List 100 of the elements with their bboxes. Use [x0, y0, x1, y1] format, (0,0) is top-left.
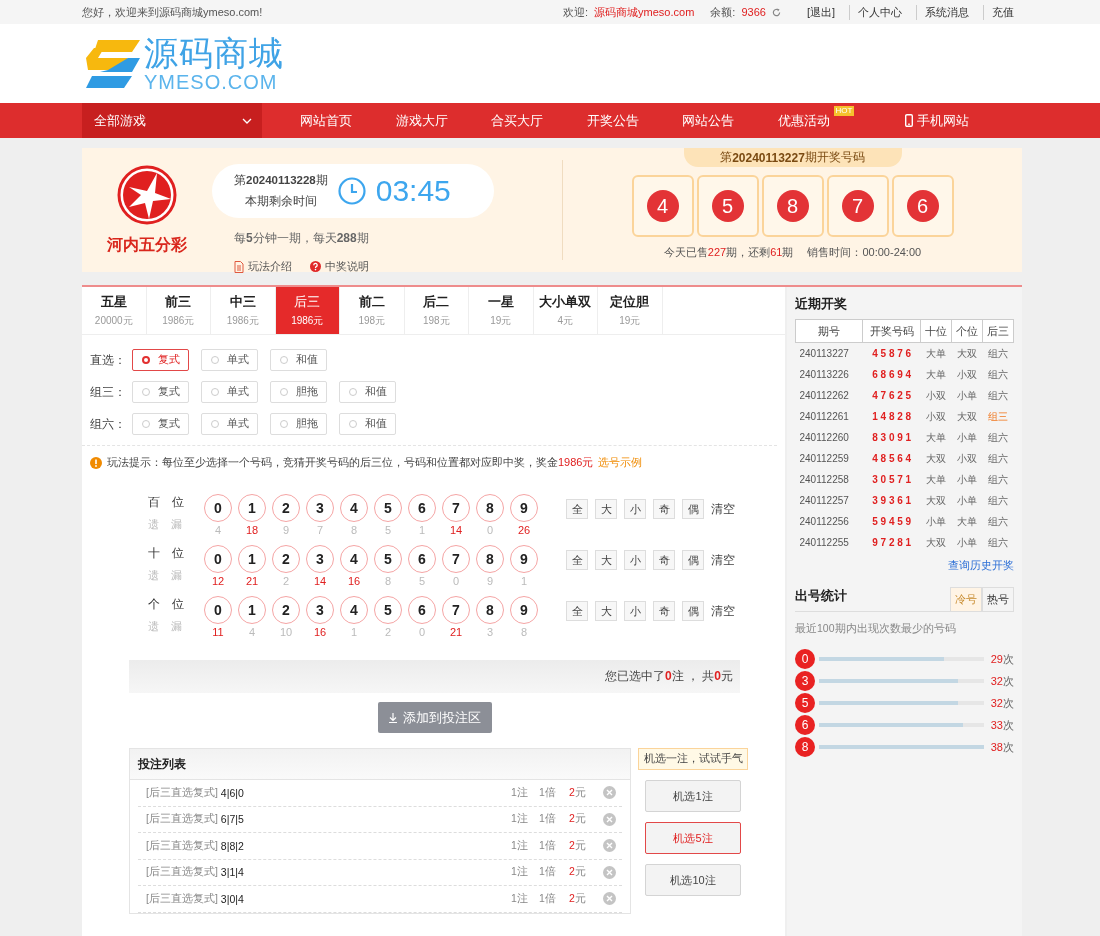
number-ball[interactable]: 5	[374, 494, 402, 522]
number-ball[interactable]: 4	[340, 494, 368, 522]
filter-button[interactable]: 奇	[653, 550, 675, 570]
number-ball[interactable]: 0	[204, 545, 232, 573]
username-link[interactable]: 源码商城ymeso.com	[594, 4, 695, 20]
number-ball[interactable]: 8	[476, 494, 504, 522]
radio-option[interactable]: 单式	[201, 413, 258, 435]
number-ball[interactable]: 8	[476, 596, 504, 624]
number-ball: 0	[795, 649, 815, 669]
caret-icon	[242, 117, 252, 124]
nav-link[interactable]: 游戏大厅	[395, 111, 448, 130]
number-ball[interactable]: 0	[204, 596, 232, 624]
top-link[interactable]: [退出]	[798, 4, 843, 20]
filter-button[interactable]: 大	[595, 499, 617, 519]
bet-list-title: 投注列表	[138, 755, 186, 773]
column-header: 十位	[920, 319, 952, 343]
number-ball[interactable]: 6	[408, 494, 436, 522]
number-ball[interactable]: 8	[476, 545, 504, 573]
clear-link[interactable]: 清空	[711, 551, 735, 569]
history-link[interactable]: 查询历史开奖	[948, 559, 1014, 571]
number-ball[interactable]: 2	[272, 494, 300, 522]
filter-button[interactable]: 全	[566, 601, 588, 621]
number-ball[interactable]: 7	[442, 545, 470, 573]
radio-option[interactable]: 和值	[270, 349, 327, 371]
clear-link[interactable]: 清空	[711, 500, 735, 518]
number-ball[interactable]: 0	[204, 494, 232, 522]
lottery-logo-icon	[117, 164, 177, 225]
number-ball[interactable]: 6	[408, 596, 436, 624]
number-ball[interactable]: 1	[238, 545, 266, 573]
number-ball[interactable]: 3	[306, 494, 334, 522]
number-ball[interactable]: 1	[238, 494, 266, 522]
nav-link[interactable]: 合买大厅	[491, 111, 543, 130]
radio-option[interactable]: 复式	[132, 349, 189, 371]
draw-numbers-cell-text: 6 8 6 9 4	[871, 368, 913, 382]
number-ball[interactable]: 6	[408, 545, 436, 573]
close-icon[interactable]	[603, 839, 616, 853]
number-ball[interactable]: 4	[340, 545, 368, 573]
number-ball[interactable]: 2	[272, 596, 300, 624]
filter-button[interactable]: 偶	[682, 601, 704, 621]
close-icon[interactable]	[603, 892, 616, 906]
filter-button[interactable]: 奇	[653, 601, 675, 621]
clear-link[interactable]: 清空	[711, 602, 735, 620]
filter-button[interactable]: 全	[566, 550, 588, 570]
nav-link[interactable]: 网站首页	[300, 111, 352, 130]
refresh-icon[interactable]	[771, 7, 781, 17]
radio-option[interactable]: 胆拖	[270, 413, 327, 435]
radio-option[interactable]: 和值	[339, 381, 396, 403]
info-link[interactable]: 玩法介绍	[234, 259, 292, 274]
ones-cell-text: 小单	[956, 388, 979, 403]
filter-button[interactable]: 小	[624, 550, 646, 570]
radio-option[interactable]: 胆拖	[270, 381, 327, 403]
close-icon[interactable]	[603, 786, 616, 800]
number-ball[interactable]: 4	[340, 596, 368, 624]
number-ball[interactable]: 5	[374, 545, 402, 573]
issue-cell-text: 240112258	[798, 473, 850, 487]
top-link[interactable]: 系统消息	[916, 4, 977, 20]
bet-numbers: 6|7|5	[220, 813, 245, 826]
filter-button[interactable]: 小	[624, 499, 646, 519]
tens-cell-text: 大双	[925, 493, 948, 508]
number-ball[interactable]: 9	[510, 494, 538, 522]
close-icon[interactable]	[603, 865, 616, 879]
nav-link[interactable]: 手机网站	[905, 111, 969, 130]
radio-option[interactable]: 和值	[339, 413, 396, 435]
number-ball[interactable]: 9	[510, 545, 538, 573]
issue-cell-text: 240113226	[798, 368, 850, 382]
filter-button[interactable]: 全	[566, 499, 588, 519]
info-link[interactable]: 中奖说明	[310, 259, 369, 274]
random-pick-button[interactable]: 机选1注	[645, 780, 741, 812]
radio-option[interactable]: 单式	[201, 349, 258, 371]
nav-link[interactable]: 开奖公告	[586, 111, 639, 130]
number-ball[interactable]: 3	[306, 596, 334, 624]
hot-label: HOT	[833, 105, 855, 116]
group-cell-text: 组六	[987, 451, 1010, 466]
nav-link[interactable]: 网站公告	[682, 111, 734, 130]
nav-link[interactable]: 优惠活动	[777, 111, 830, 130]
close-icon[interactable]	[603, 812, 616, 826]
top-link[interactable]: 个人中心	[849, 4, 910, 20]
top-link[interactable]: 充值	[983, 4, 1022, 20]
radio-option[interactable]: 复式	[132, 413, 189, 435]
miss-count: 1	[418, 524, 426, 536]
number-ball[interactable]: 9	[510, 596, 538, 624]
number-ball[interactable]: 1	[238, 596, 266, 624]
number-ball[interactable]: 7	[442, 494, 470, 522]
filter-button[interactable]: 小	[624, 601, 646, 621]
radio-option[interactable]: 复式	[132, 381, 189, 403]
filter-button[interactable]: 偶	[682, 550, 704, 570]
number-ball[interactable]: 3	[306, 545, 334, 573]
random-pick-button[interactable]: 机选10注	[645, 864, 741, 896]
filter-button[interactable]: 大	[595, 550, 617, 570]
radio-option[interactable]: 单式	[201, 381, 258, 403]
number-ball[interactable]: 7	[442, 596, 470, 624]
stats-tab[interactable]: 热号	[982, 587, 1014, 611]
play-tab[interactable]: 后三 1986元	[275, 287, 340, 334]
number-ball[interactable]: 5	[374, 596, 402, 624]
all-games-menu[interactable]: 全部游戏	[82, 103, 262, 138]
filter-button[interactable]: 大	[595, 601, 617, 621]
filter-button[interactable]: 奇	[653, 499, 675, 519]
random-pick-button[interactable]: 机选5注	[645, 822, 741, 854]
filter-button[interactable]: 偶	[682, 499, 704, 519]
number-ball[interactable]: 2	[272, 545, 300, 573]
